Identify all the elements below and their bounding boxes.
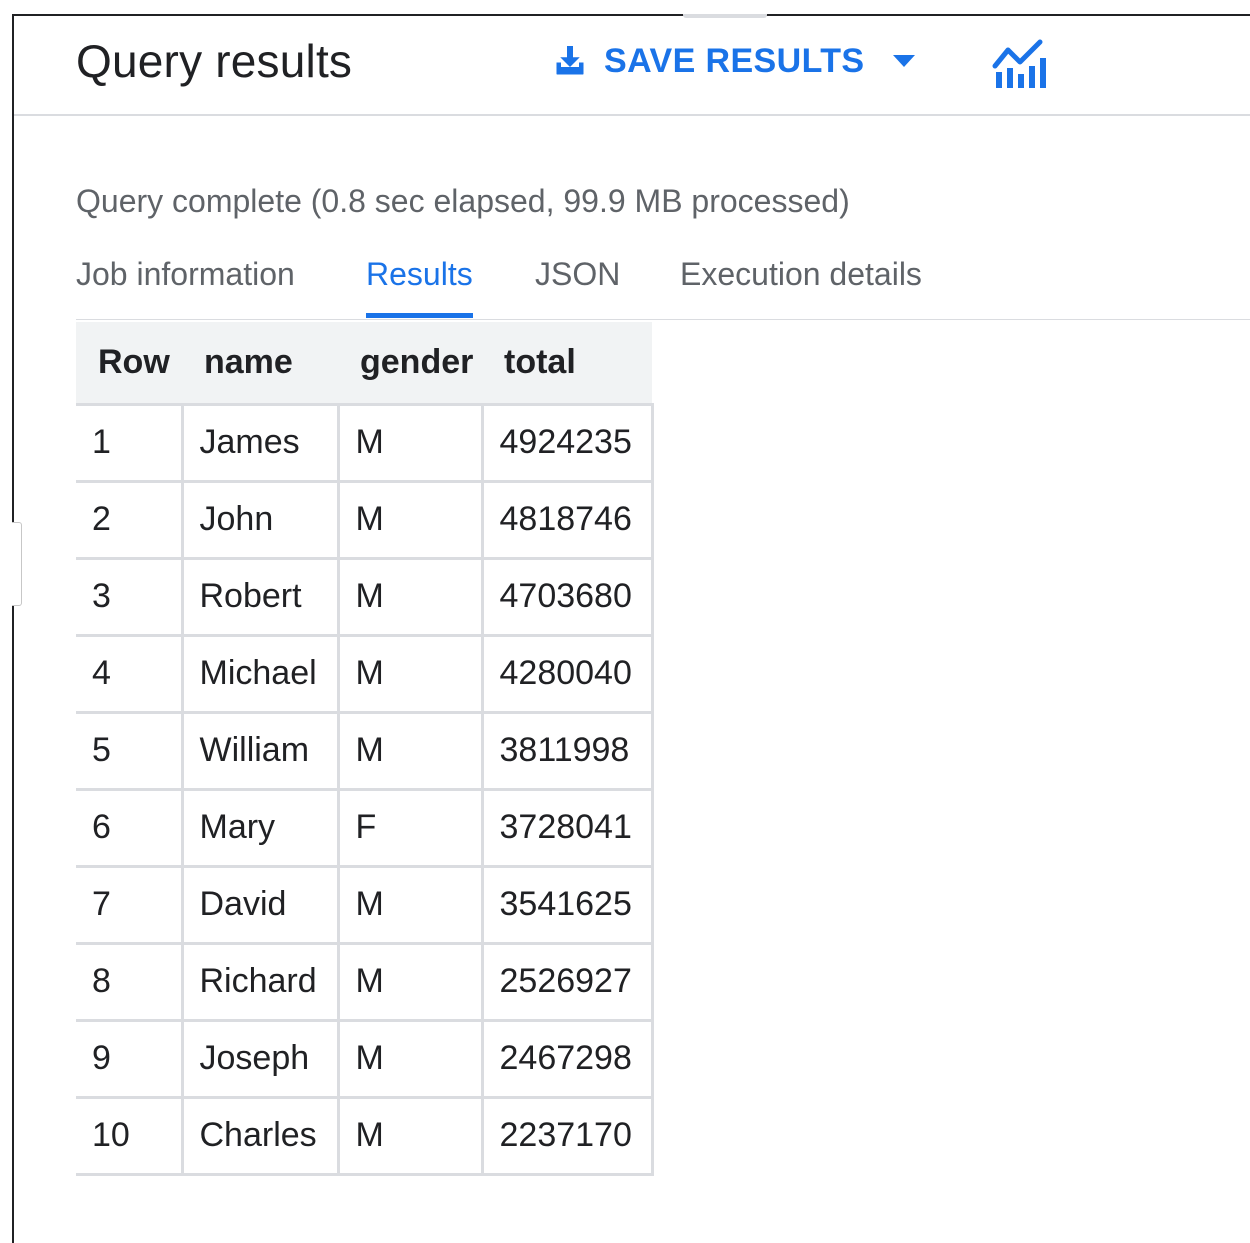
total-cell: 2526927 (482, 943, 654, 1022)
column-header-row: Row (76, 322, 182, 406)
explore-chart-icon[interactable] (992, 38, 1048, 90)
gender-cell: M (338, 635, 484, 714)
results-table: Row name gender total 1 James M 4924235 … (76, 322, 654, 1176)
table-row: 7 David M 3541625 (76, 866, 654, 945)
tab-job-information[interactable]: Job information (76, 256, 295, 318)
results-tabs: Job information Results JSON Execution d… (76, 246, 1250, 320)
download-icon (556, 46, 584, 75)
save-results-label: SAVE RESULTS (604, 41, 865, 80)
total-cell: 4818746 (482, 481, 654, 560)
name-cell: William (182, 712, 340, 791)
row-number-cell: 5 (76, 712, 184, 791)
gender-cell: M (338, 1020, 484, 1099)
name-cell: David (182, 866, 340, 945)
total-cell: 4703680 (482, 558, 654, 637)
gender-cell: M (338, 558, 484, 637)
gender-cell: M (338, 943, 484, 1022)
total-cell: 3811998 (482, 712, 654, 791)
gender-cell: M (338, 481, 484, 560)
row-number-cell: 1 (76, 404, 184, 483)
column-header-total: total (482, 322, 652, 406)
panel-resize-handle-side[interactable] (12, 522, 22, 606)
save-results-button[interactable]: SAVE RESULTS (552, 38, 916, 84)
column-header-name: name (182, 322, 338, 406)
total-cell: 2467298 (482, 1020, 654, 1099)
tab-execution-details[interactable]: Execution details (680, 256, 922, 318)
table-row: 6 Mary F 3728041 (76, 789, 654, 868)
tab-json[interactable]: JSON (535, 256, 620, 318)
row-number-cell: 3 (76, 558, 184, 637)
name-cell: Robert (182, 558, 340, 637)
name-cell: James (182, 404, 340, 483)
row-number-cell: 2 (76, 481, 184, 560)
table-row: 1 James M 4924235 (76, 404, 654, 483)
table-row: 10 Charles M 2237170 (76, 1097, 654, 1176)
table-row: 9 Joseph M 2467298 (76, 1020, 654, 1099)
gender-cell: M (338, 1097, 484, 1176)
row-number-cell: 7 (76, 866, 184, 945)
gender-cell: F (338, 789, 484, 868)
name-cell: Mary (182, 789, 340, 868)
name-cell: Richard (182, 943, 340, 1022)
row-number-cell: 9 (76, 1020, 184, 1099)
gender-cell: M (338, 712, 484, 791)
row-number-cell: 4 (76, 635, 184, 714)
total-cell: 3728041 (482, 789, 654, 868)
results-header: Query results SAVE RESULTS (14, 16, 1250, 116)
gender-cell: M (338, 866, 484, 945)
table-row: 4 Michael M 4280040 (76, 635, 654, 714)
total-cell: 3541625 (482, 866, 654, 945)
caret-down-icon[interactable] (892, 54, 916, 68)
table-row: 2 John M 4818746 (76, 481, 654, 560)
table-row: 8 Richard M 2526927 (76, 943, 654, 1022)
total-cell: 2237170 (482, 1097, 654, 1176)
tab-results[interactable]: Results (366, 256, 473, 318)
name-cell: Charles (182, 1097, 340, 1176)
gender-cell: M (338, 404, 484, 483)
table-row: 3 Robert M 4703680 (76, 558, 654, 637)
row-number-cell: 8 (76, 943, 184, 1022)
name-cell: Michael (182, 635, 340, 714)
table-row: 5 William M 3811998 (76, 712, 654, 791)
column-header-gender: gender (338, 322, 482, 406)
total-cell: 4924235 (482, 404, 654, 483)
table-header-row: Row name gender total (76, 322, 652, 406)
name-cell: Joseph (182, 1020, 340, 1099)
row-number-cell: 6 (76, 789, 184, 868)
name-cell: John (182, 481, 340, 560)
query-status: Query complete (0.8 sec elapsed, 99.9 MB… (76, 183, 850, 219)
page-title: Query results (76, 35, 353, 87)
total-cell: 4280040 (482, 635, 654, 714)
row-number-cell: 10 (76, 1097, 184, 1176)
